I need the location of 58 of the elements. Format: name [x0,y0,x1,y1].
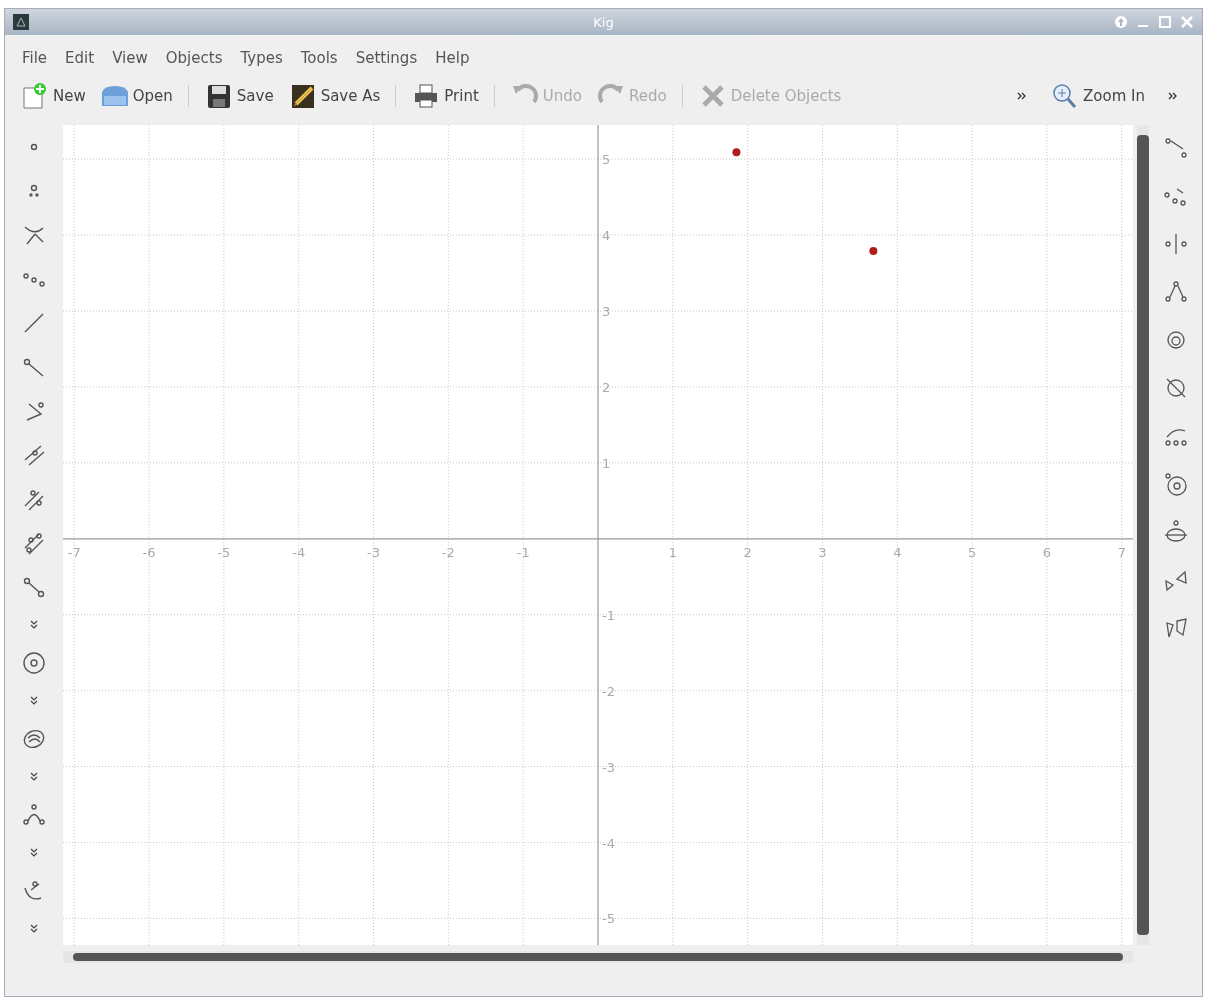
transform-tool-icon[interactable] [1162,519,1189,545]
axis-tick-label: 4 [602,228,611,244]
menu-item[interactable]: Types [233,47,290,69]
axis-tick-label: 2 [602,379,611,395]
axis-tick-label: 1 [602,455,611,471]
axis-tick-label: -4 [292,544,306,560]
axis-tick-label: 2 [743,544,752,560]
transform-tool-icon[interactable] [1162,135,1189,161]
menu-item[interactable]: View [105,47,155,69]
expand-icon[interactable] [30,696,38,706]
vertical-scrollbar[interactable] [1137,125,1149,945]
menu-item[interactable]: Settings [348,47,425,69]
geometry-tool-icon[interactable] [21,802,47,828]
transform-tool-icon[interactable] [1162,279,1189,305]
axis-tick-label: 1 [668,544,677,560]
overflow-icon[interactable] [1017,91,1028,101]
geometry-tool-icon[interactable] [21,650,47,676]
axis-tick-label: 6 [1042,544,1052,560]
overflow-icon[interactable] [1168,91,1178,101]
toolbar-button[interactable]: Zoom In [1045,80,1150,112]
toolbar-button[interactable]: Open [94,80,178,112]
toolbar-button[interactable]: Print [406,80,484,112]
menu-item[interactable]: File [15,47,55,69]
axis-tick-label: -4 [602,835,615,851]
axis-tick-label: -3 [602,759,615,775]
toolbar-button[interactable]: Save As [282,80,386,112]
expand-icon[interactable] [30,924,38,934]
axis-tick-label: -5 [217,544,231,560]
axis-tick-label: -7 [67,544,81,560]
transform-tool-icon[interactable] [1162,471,1189,497]
axis-tick-label: -3 [367,544,380,560]
axis-tick-label: -1 [516,544,530,560]
menu-item[interactable]: Objects [158,47,230,69]
menu-item[interactable]: Tools [293,47,345,69]
app-icon [13,14,29,30]
horizontal-scrollbar[interactable] [63,951,1133,963]
expand-icon[interactable] [30,772,38,782]
menu-item[interactable]: Edit [58,47,102,69]
point[interactable] [869,247,878,256]
menu-item[interactable]: Help [428,47,477,69]
axis-tick-label: 5 [602,152,611,168]
point[interactable] [732,148,741,157]
window-title: Kig [593,14,614,30]
axis-tick-label: 3 [602,304,611,319]
transform-tool-icon[interactable] [1162,231,1189,257]
axis-tick-label: -5 [602,911,615,927]
expand-icon[interactable] [30,848,38,858]
axis-tick-label: -2 [602,683,615,699]
axis-tick-label: -1 [602,607,615,623]
axis-tick-label: 7 [1117,544,1126,560]
toolbar-button[interactable]: Save [198,80,279,112]
axis-tick-label: -2 [441,544,455,560]
toolbar-button[interactable]: New [15,80,91,112]
axis-tick-label: 3 [818,544,827,560]
expand-icon[interactable] [30,620,38,630]
axis-tick-label: -6 [142,544,156,560]
axis-tick-label: 5 [968,544,977,560]
axis-tick-label: 4 [893,544,902,560]
